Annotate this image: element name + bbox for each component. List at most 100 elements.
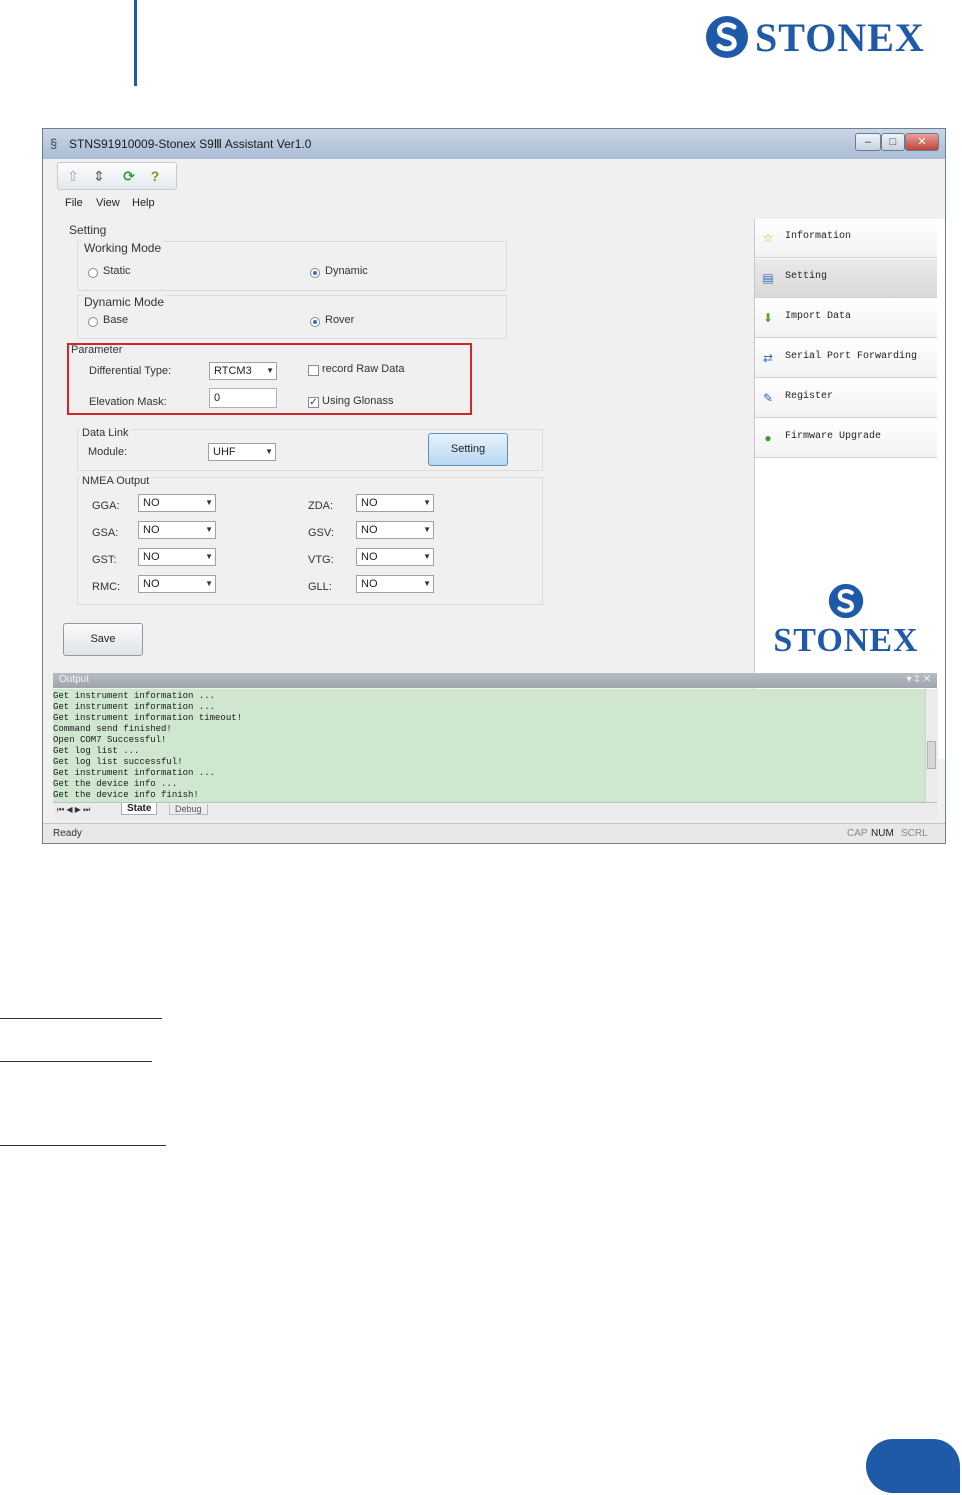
- data-link-setting-button[interactable]: Setting: [428, 433, 508, 466]
- num-indicator: NUM: [871, 828, 894, 839]
- nmea-gsa-label: GSA:: [92, 527, 119, 539]
- page-number-badge: [866, 1439, 960, 1493]
- underline-rule: [0, 1061, 152, 1062]
- setting-panel: Setting Working Mode Static Dynamic Dyna…: [57, 219, 747, 707]
- module-value: UHF: [213, 446, 236, 458]
- nmea-rmc-select[interactable]: NO ▼: [138, 575, 216, 593]
- import-icon: ⬇: [762, 311, 774, 325]
- dynamic-radio[interactable]: [310, 268, 320, 278]
- tab-debug[interactable]: Debug: [169, 804, 208, 815]
- sidebar-logo-text: STONEX: [773, 622, 919, 659]
- differential-type-value: RTCM3: [214, 365, 252, 377]
- base-radio[interactable]: [88, 317, 98, 327]
- module-label: Module:: [88, 446, 128, 458]
- record-raw-label: record Raw Data: [322, 363, 405, 375]
- nmea-vtg-value: NO: [361, 551, 378, 563]
- sidebar-item-import-data[interactable]: ⬇ Import Data: [755, 299, 937, 338]
- differential-type-label: Differential Type:: [89, 365, 172, 377]
- dynamic-label: Dynamic: [325, 265, 368, 277]
- tab-state[interactable]: State: [121, 803, 158, 815]
- working-mode-label: Working Mode: [82, 241, 164, 255]
- nmea-gll-label: GLL:: [308, 581, 332, 593]
- dynamic-mode-group: Dynamic Mode Base Rover: [77, 295, 507, 339]
- scrollbar-thumb[interactable]: [927, 741, 936, 769]
- nmea-rmc-value: NO: [143, 578, 160, 590]
- sidebar-item-firmware-upgrade[interactable]: ● Firmware Upgrade: [755, 419, 937, 458]
- log-line: Get instrument information ...: [53, 768, 216, 778]
- nmea-gll-select[interactable]: NO ▼: [356, 575, 434, 593]
- sidebar-item-register[interactable]: ✎ Register: [755, 379, 937, 418]
- sidebar-item-serial-port-forwarding[interactable]: ⇄ Serial Port Forwarding: [755, 339, 937, 378]
- menu-help[interactable]: Help: [132, 197, 155, 209]
- nmea-gsv-select[interactable]: NO ▼: [356, 521, 434, 539]
- sidebar-item-information[interactable]: ☆ Information: [755, 219, 937, 258]
- sidebar-item-label: Import Data: [785, 311, 852, 322]
- nmea-output-group: NMEA Output GGA: NO ▼ GSA: NO ▼ GST: NO ▼ R…: [77, 475, 543, 605]
- underline-rule: [0, 1018, 162, 1019]
- nmea-gst-select[interactable]: NO ▼: [138, 548, 216, 566]
- log-line: Get instrument information ...: [53, 702, 216, 712]
- status-bar: Ready CAP NUM SCRL: [43, 823, 945, 843]
- nmea-gga-select[interactable]: NO ▼: [138, 494, 216, 512]
- sidebar-item-label: Serial Port Forwarding: [785, 351, 918, 362]
- minimize-button[interactable]: –: [855, 133, 881, 151]
- chevron-down-icon: ▼: [205, 579, 213, 588]
- menu-file[interactable]: File: [65, 197, 83, 209]
- chevron-down-icon: ▼: [423, 579, 431, 588]
- caps-indicator: CAP: [847, 828, 868, 839]
- differential-type-select[interactable]: RTCM3 ▼: [209, 362, 277, 380]
- output-tab-row: ⏮ ◀ ▶ ⏭ State Debug: [53, 802, 937, 819]
- stonex-logo-icon: [828, 583, 864, 619]
- rover-radio[interactable]: [310, 317, 320, 327]
- static-label: Static: [103, 265, 131, 277]
- title-bar: § STNS91910009-Stonex S9Ⅲ Assistant Ver1…: [43, 129, 945, 159]
- chevron-down-icon: ▼: [423, 525, 431, 534]
- output-pane-controls[interactable]: ▾ ‡ ✕: [906, 674, 931, 685]
- nmea-output-label: NMEA Output: [80, 475, 152, 487]
- output-header: Output ▾ ‡ ✕: [53, 673, 937, 688]
- base-label: Base: [103, 314, 129, 326]
- chevron-down-icon: ▼: [265, 447, 273, 456]
- connect-icon[interactable]: ⇧: [64, 167, 82, 185]
- nmea-gsv-label: GSV:: [308, 527, 334, 539]
- chevron-down-icon: ▼: [423, 498, 431, 507]
- output-log: Get instrument information ... Get instr…: [53, 689, 925, 802]
- close-button[interactable]: ✕: [905, 133, 939, 151]
- parameter-label: Parameter: [71, 344, 123, 356]
- output-scrollbar[interactable]: [925, 689, 938, 802]
- scroll-indicator: SCRL: [901, 828, 928, 839]
- maximize-button[interactable]: □: [881, 133, 905, 151]
- nmea-zda-select[interactable]: NO ▼: [356, 494, 434, 512]
- static-radio[interactable]: [88, 268, 98, 278]
- chevron-down-icon: ▼: [266, 366, 274, 375]
- nmea-gsa-select[interactable]: NO ▼: [138, 521, 216, 539]
- underline-rule: [0, 1145, 166, 1146]
- nmea-zda-value: NO: [361, 497, 378, 509]
- elevation-mask-input[interactable]: 0: [209, 388, 277, 408]
- module-select[interactable]: UHF ▼: [208, 443, 276, 461]
- glonass-label: Using Glonass: [322, 395, 394, 407]
- rover-label: Rover: [325, 314, 355, 326]
- elevation-mask-label: Elevation Mask:: [89, 396, 167, 408]
- sidebar-item-setting[interactable]: ▤ Setting: [755, 259, 937, 298]
- log-line: Get instrument information ...: [53, 691, 216, 701]
- menu-bar: File View Help: [43, 193, 753, 215]
- log-line: Open COM7 Successful!: [53, 735, 167, 745]
- register-icon: ✎: [762, 391, 774, 405]
- save-button[interactable]: Save: [63, 623, 143, 656]
- menu-view[interactable]: View: [96, 197, 120, 209]
- window-title: STNS91910009-Stonex S9Ⅲ Assistant Ver1.0: [69, 137, 312, 151]
- disconnect-icon[interactable]: ⇕: [90, 167, 108, 185]
- dynamic-mode-label: Dynamic Mode: [82, 295, 167, 309]
- settings-icon: ▤: [762, 271, 774, 285]
- log-line: Get instrument information timeout!: [53, 713, 243, 723]
- help-icon[interactable]: ?: [146, 167, 164, 185]
- nmea-vtg-select[interactable]: NO ▼: [356, 548, 434, 566]
- nmea-zda-label: ZDA:: [308, 500, 334, 512]
- refresh-icon[interactable]: ⟳: [120, 167, 138, 185]
- chevron-down-icon: ▼: [205, 498, 213, 507]
- tab-nav-arrows[interactable]: ⏮ ◀ ▶ ⏭: [57, 805, 90, 815]
- sidebar-item-label: Firmware Upgrade: [785, 431, 882, 442]
- record-raw-checkbox[interactable]: [308, 365, 319, 376]
- glonass-checkbox[interactable]: ✓: [308, 397, 319, 408]
